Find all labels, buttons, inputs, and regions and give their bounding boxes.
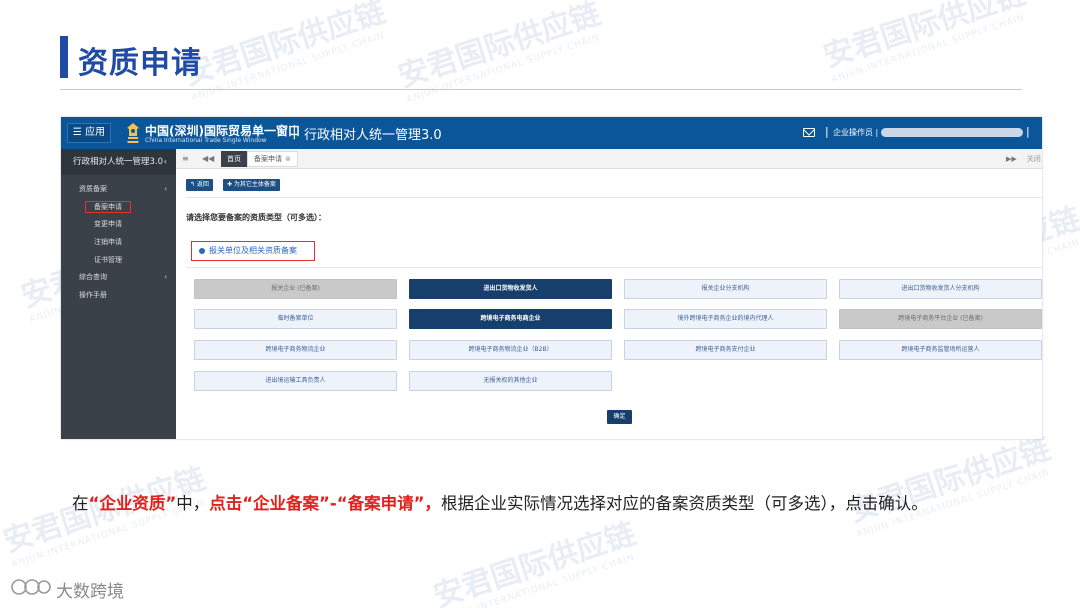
tab-scroll-right-icon[interactable]: ▶▶	[1006, 155, 1017, 163]
chevron-left-icon: ‹	[164, 273, 167, 281]
sidebar: 行政相对人统一管理3.0 ‹ 资质备案 ‹ 备案申请 变更申请 注销申请 证书管…	[61, 149, 176, 439]
sidebar-item-qualification-filing[interactable]: 资质备案 ‹	[61, 181, 176, 197]
qualification-type-prompt: 请选择您要备案的资质类型（可多选）：	[186, 213, 326, 222]
sidebar-item-change-application[interactable]: 变更申请	[61, 216, 176, 232]
user-name-redacted[interactable]	[881, 128, 1023, 137]
close-tabs-button[interactable]: 关闭	[1027, 155, 1041, 163]
qualification-option[interactable]: 跨境电子商务监管场所运营人	[839, 340, 1042, 360]
chevron-left-icon: ‹	[164, 185, 167, 193]
sidebar-item-comprehensive-query[interactable]: 综合查询 ‹	[61, 269, 176, 285]
qualification-option[interactable]: 境外跨境电子商务企业的境内代理人	[624, 309, 827, 329]
title-divider	[60, 89, 1022, 90]
header-separator: |	[1026, 125, 1030, 138]
customs-emblem-icon	[127, 123, 139, 143]
close-icon[interactable]: ⊗	[285, 155, 291, 163]
tab-controls: ▶▶ 关闭	[1006, 154, 1041, 164]
qualification-option: 报关企业 (已备案)	[194, 279, 397, 299]
qualification-option[interactable]: 跨境电子商务物流企业（B2B）	[409, 340, 612, 360]
qualification-option[interactable]: 跨境电子商务电商企业	[409, 309, 612, 329]
system-name: 行政相对人统一管理3.0	[304, 128, 442, 143]
qualification-option[interactable]: 进出口货物收发货人分支机构	[839, 279, 1042, 299]
app-screenshot: ☰ 应用 中国(深圳)国际贸易单一窗口 China International …	[61, 117, 1042, 439]
bottom-logo-text: 大数跨境	[56, 582, 124, 602]
divider	[186, 267, 1042, 268]
qualification-option[interactable]: 临时备案单位	[194, 309, 397, 329]
tab-bar: ≡ ◀◀ 首页 备案申请 ⊗ ▶▶ 关闭	[176, 149, 1042, 169]
slide-title: 资质申请	[78, 46, 202, 81]
operator-label: 企业操作员 |	[833, 128, 879, 137]
header-separator: |	[825, 125, 829, 138]
brand-separator: |	[292, 124, 297, 140]
qualification-option[interactable]: 报关企业分支机构	[624, 279, 827, 299]
qualification-option[interactable]: 进出境运输工具负责人	[194, 371, 397, 391]
sidebar-item-certificate-management[interactable]: 证书管理	[61, 252, 176, 268]
instruction-caption: 在“企业资质”中，点击“企业备案”-“备案申请”，根据企业实际情况选择对应的备案…	[72, 494, 928, 513]
brand-subtitle-en: China International Trade Single Window	[145, 137, 267, 144]
qualification-option[interactable]: 跨境电子商务物流企业	[194, 340, 397, 360]
tab-scroll-left-icon[interactable]: ◀◀	[202, 154, 214, 163]
back-button[interactable]: ↰ 返回	[186, 179, 213, 191]
qualification-option[interactable]: 无报关权的其他企业	[409, 371, 612, 391]
app-header: ☰ 应用 中国(深圳)国际贸易单一窗口 China International …	[61, 117, 1042, 149]
sidebar-item-cancel-application[interactable]: 注销申请	[61, 234, 176, 250]
radio-selected-icon	[199, 248, 205, 254]
chevron-left-icon: ‹	[163, 157, 167, 166]
sidebar-title[interactable]: 行政相对人统一管理3.0 ‹	[61, 149, 176, 175]
radio-label: 报关单位及相关资质备案	[209, 246, 297, 255]
qualification-option: 跨境电子商务平台企业 (已备案)	[839, 309, 1042, 329]
watermark: 安君国际供应链ANJUN INTERNATIONAL SUPPLY CHAIN	[429, 516, 640, 608]
mail-icon[interactable]	[803, 128, 815, 137]
confirm-button[interactable]: 确定	[607, 410, 632, 424]
customs-unit-filing-radio[interactable]: 报关单位及相关资质备案	[191, 241, 315, 261]
tab-filing-application[interactable]: 备案申请 ⊗	[247, 151, 298, 167]
dashu-logo-icon	[11, 579, 51, 595]
watermark: 安君国际供应链ANJUN INTERNATIONAL SUPPLY CHAIN	[179, 0, 390, 104]
sidebar-item-manual[interactable]: 操作手册	[61, 287, 176, 303]
menu-toggle-icon[interactable]: ≡	[182, 154, 189, 163]
file-for-other-entity-button[interactable]: ✚ 为其它主体备案	[223, 179, 280, 191]
title-accent-bar	[60, 36, 68, 78]
apps-menu-button[interactable]: ☰ 应用	[67, 123, 111, 143]
qualification-option[interactable]: 进出口货物收发货人	[409, 279, 612, 299]
divider	[186, 197, 1042, 198]
qualification-option[interactable]: 跨境电子商务支付企业	[624, 340, 827, 360]
sidebar-item-filing-application[interactable]: 备案申请	[61, 199, 176, 215]
watermark: 安君国际供应链ANJUN INTERNATIONAL SUPPLY CHAIN	[819, 0, 1030, 86]
watermark: 安君国际供应链ANJUN INTERNATIONAL SUPPLY CHAIN	[844, 431, 1055, 541]
tab-home[interactable]: 首页	[221, 151, 247, 167]
